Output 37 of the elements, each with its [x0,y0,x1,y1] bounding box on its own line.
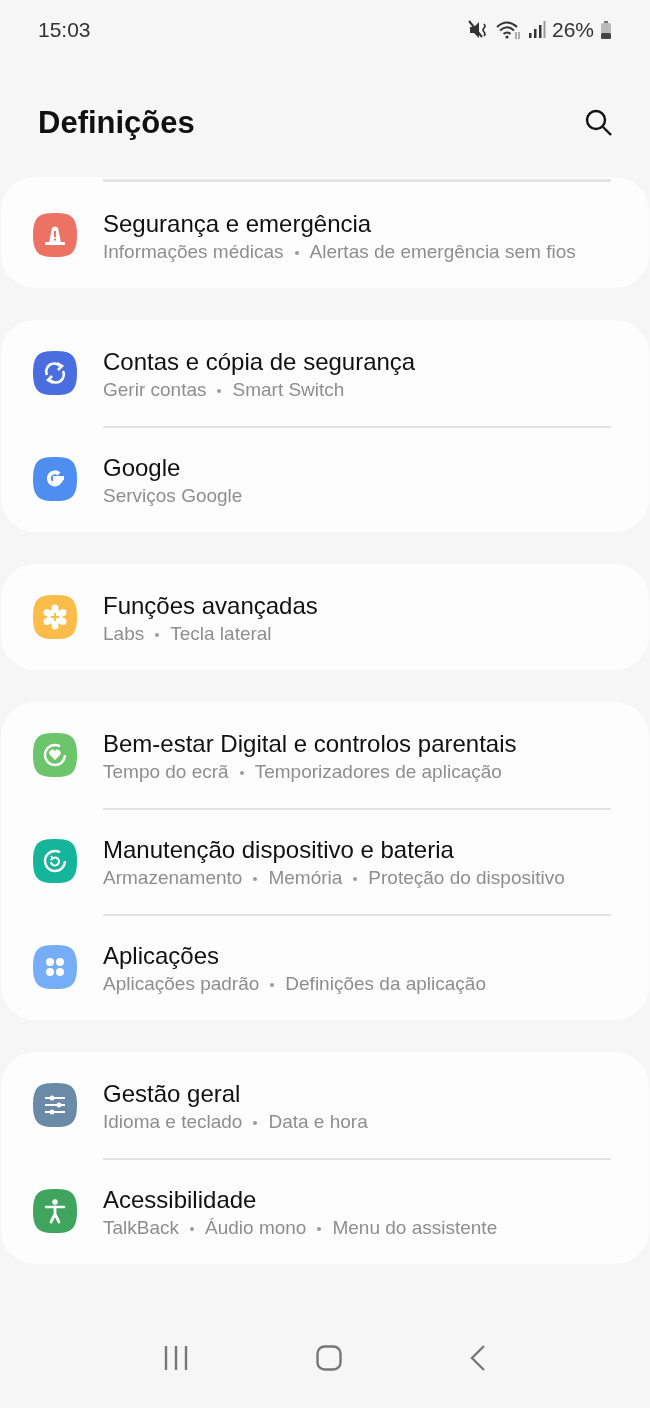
item-subtitle: Tempo do ecrã Temporizadores de aplicação [103,760,503,784]
item-title: Segurança e emergência [103,209,373,239]
item-title: Funções avançadas [103,591,319,621]
wifi-icon [495,20,522,40]
page-title: Definições [38,104,196,141]
item-subtitle: Aplicações padrão Definições da aplicação [103,972,487,996]
item-subtitle: TalkBack Áudio mono Menu do assistente [103,1216,499,1240]
item-subtitle: Gerir contas Smart Switch [103,378,346,402]
battery-icon [600,20,612,40]
item-title: Gestão geral [103,1079,242,1109]
item-title: Manutenção dispositivo e bateria [103,835,455,865]
settings-item[interactable]: Gestão geral Idioma e teclado Data e hora [1,1052,649,1158]
recents-button[interactable] [163,1345,190,1371]
settings-item[interactable]: Funções avançadas Labs Tecla lateral [1,564,649,670]
back-button[interactable] [468,1344,487,1372]
item-title: Google [103,453,182,483]
item-title: Aplicações [103,941,221,971]
search-icon[interactable] [584,107,614,138]
settings-item[interactable]: Bem-estar Digital e controlos parentais Tempo do ecrã Temporizadores de aplicação [1,702,649,808]
item-subtitle: Informações médicas Alertas de emergência sem fios [103,240,577,264]
settings-item[interactable]: Acessibilidade TalkBack Áudio mono Menu do assistente [1,1158,649,1264]
home-button[interactable] [316,1345,342,1371]
battery-percent: 26% [551,18,594,42]
settings-item[interactable]: Google Serviços Google [1,426,649,532]
clock-time: 15:03 [38,18,91,42]
item-subtitle: Idioma e teclado Data e hora [103,1110,369,1134]
settings-item[interactable]: Segurança e emergência Informações médicas Alertas de emergência sem fios [1,182,649,288]
item-title: Contas e cópia de segurança [103,347,417,377]
item-subtitle: Armazenamento Memória Proteção do dispositivo [103,866,566,890]
settings-item[interactable]: Aplicações Aplicações padrão Definições da aplicação [1,914,649,1020]
item-title: Bem-estar Digital e controlos parentais [103,729,518,759]
item-subtitle: Serviços Google [103,484,244,508]
settings-item[interactable]: Manutenção dispositivo e bateria Armazenamento Memória Proteção do dispositivo [1,808,649,914]
settings-item[interactable]: Contas e cópia de segurança Gerir contas Smart Switch [1,320,649,426]
signal-icon [527,20,546,40]
item-title: Acessibilidade [103,1185,258,1215]
item-subtitle: Labs Tecla lateral [103,622,273,646]
